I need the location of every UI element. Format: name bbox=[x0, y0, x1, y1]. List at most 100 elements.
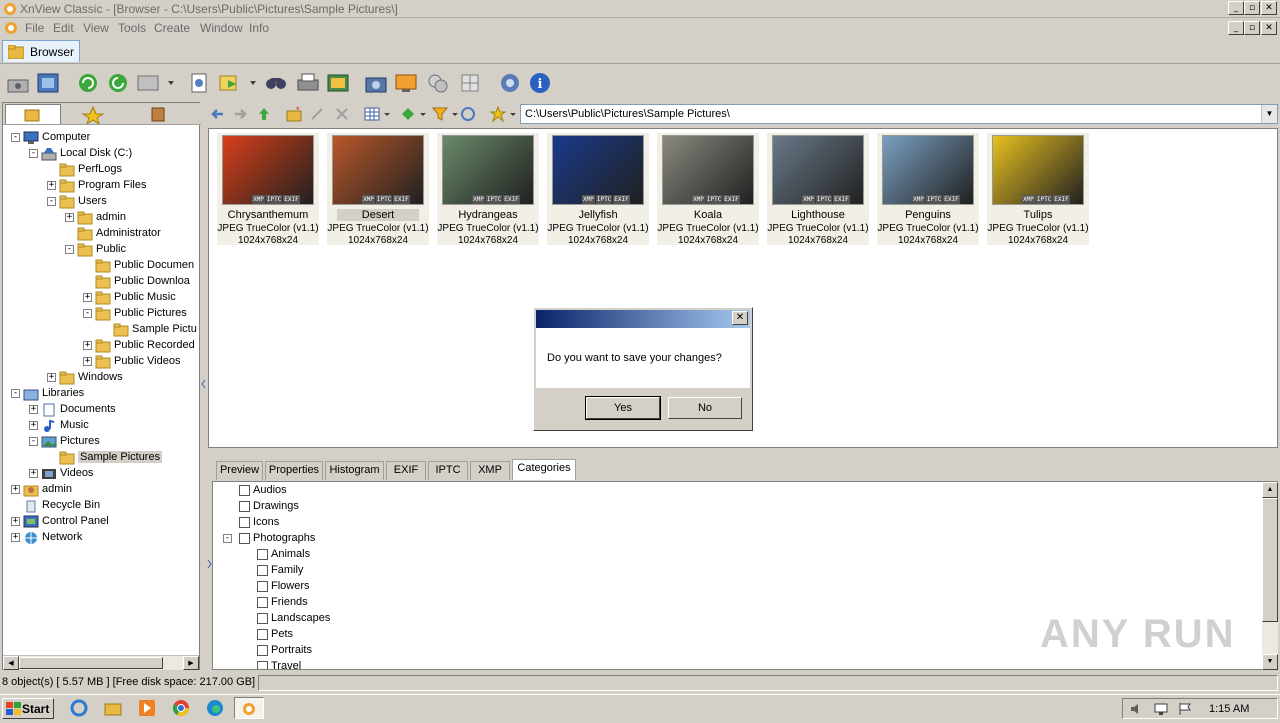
expand-icon[interactable]: + bbox=[83, 341, 92, 350]
scroll-down-button[interactable]: ▼ bbox=[1262, 654, 1278, 670]
category-item[interactable]: Friends bbox=[213, 595, 813, 611]
category-checkbox[interactable] bbox=[257, 645, 268, 656]
path-input[interactable]: C:\Users\Public\Pictures\Sample Pictures… bbox=[520, 104, 1278, 124]
bookmark-star-icon[interactable] bbox=[489, 105, 518, 123]
category-checkbox[interactable] bbox=[257, 629, 268, 640]
taskbar-xnview-button[interactable] bbox=[234, 697, 264, 719]
tree-item[interactable]: - Public bbox=[3, 242, 199, 258]
print-icon[interactable] bbox=[296, 72, 320, 94]
category-item[interactable]: Portraits bbox=[213, 643, 813, 659]
category-checkbox[interactable] bbox=[257, 581, 268, 592]
forward-arrow-icon[interactable] bbox=[232, 106, 248, 122]
view-mode-icon[interactable] bbox=[364, 106, 392, 122]
collapse-icon[interactable]: - bbox=[11, 389, 20, 398]
collapse-icon[interactable]: - bbox=[223, 534, 232, 543]
scroll-right-button[interactable]: ▶ bbox=[183, 656, 199, 670]
tab-categories-filter[interactable] bbox=[129, 104, 185, 124]
category-item[interactable]: Icons bbox=[213, 515, 813, 531]
menu-edit[interactable]: Edit bbox=[53, 21, 74, 35]
category-item[interactable]: Drawings bbox=[213, 499, 813, 515]
wallpaper-icon[interactable] bbox=[394, 72, 418, 94]
collapse-icon[interactable]: - bbox=[29, 149, 38, 158]
expand-icon[interactable]: + bbox=[83, 357, 92, 366]
expand-icon[interactable]: + bbox=[65, 213, 74, 222]
tree-item[interactable]: + admin bbox=[3, 210, 199, 226]
internet-explorer-icon[interactable] bbox=[70, 699, 88, 717]
tree-item[interactable]: - Computer bbox=[3, 130, 199, 146]
category-item[interactable]: Family bbox=[213, 563, 813, 579]
category-checkbox[interactable] bbox=[257, 549, 268, 560]
category-checkbox[interactable] bbox=[239, 517, 250, 528]
tree-item[interactable]: - Public Pictures bbox=[3, 306, 199, 322]
category-item[interactable]: Flowers bbox=[213, 579, 813, 595]
tree-item[interactable]: + Program Files bbox=[3, 178, 199, 194]
category-checkbox[interactable] bbox=[239, 533, 250, 544]
thumbnail-item[interactable]: XMP IPTC EXIF Desert JPEG TrueColor (v1.1) 10… bbox=[327, 133, 429, 246]
tree-item[interactable]: + Documents bbox=[3, 402, 199, 418]
left-splitter-handle[interactable] bbox=[201, 370, 206, 400]
expand-icon[interactable]: + bbox=[47, 181, 56, 190]
tab-xmp[interactable]: XMP bbox=[470, 461, 510, 480]
category-checkbox[interactable] bbox=[257, 661, 268, 669]
start-button[interactable]: Start bbox=[2, 698, 54, 719]
collapse-icon[interactable]: - bbox=[83, 309, 92, 318]
expand-icon[interactable]: + bbox=[11, 533, 20, 542]
menu-view[interactable]: View bbox=[83, 21, 109, 35]
menu-create[interactable]: Create bbox=[154, 21, 190, 35]
edge-icon[interactable] bbox=[206, 699, 224, 717]
reload-icon[interactable] bbox=[106, 72, 130, 94]
no-button[interactable]: No bbox=[668, 397, 742, 419]
category-checkbox[interactable] bbox=[257, 565, 268, 576]
expand-icon[interactable]: + bbox=[11, 517, 20, 526]
tree-item[interactable]: Public Downloa bbox=[3, 274, 199, 290]
category-item[interactable]: Travel bbox=[213, 659, 813, 669]
category-checkbox[interactable] bbox=[239, 501, 250, 512]
tab-browser[interactable]: Browser bbox=[2, 40, 80, 62]
categories-vertical-scrollbar[interactable]: ▲ ▼ bbox=[1262, 482, 1278, 670]
grid-icon[interactable] bbox=[458, 72, 482, 94]
category-item[interactable]: Animals bbox=[213, 547, 813, 563]
tree-item[interactable]: + Windows bbox=[3, 370, 199, 386]
tree-item[interactable]: - Pictures bbox=[3, 434, 199, 450]
compare-icon[interactable] bbox=[426, 72, 450, 94]
up-folder-icon[interactable] bbox=[256, 106, 272, 122]
back-arrow-icon[interactable] bbox=[210, 106, 226, 122]
info-icon[interactable]: i bbox=[528, 72, 552, 94]
tree-item[interactable]: - Local Disk (C:) bbox=[3, 146, 199, 162]
tree-item[interactable]: - Users bbox=[3, 194, 199, 210]
collapse-icon[interactable]: - bbox=[47, 197, 56, 206]
category-item[interactable]: - Photographs bbox=[213, 531, 813, 547]
thumbnail-item[interactable]: XMP IPTC EXIF Koala JPEG TrueColor (v1.1) 102… bbox=[657, 133, 759, 246]
new-folder-icon[interactable]: * bbox=[286, 105, 302, 122]
scroll-left-button[interactable]: ◀ bbox=[3, 656, 19, 670]
convert-icon[interactable] bbox=[218, 72, 258, 94]
scroll-up-button[interactable]: ▲ bbox=[1262, 482, 1278, 498]
child-minimize-button[interactable]: _ bbox=[1228, 21, 1244, 35]
sort-icon[interactable] bbox=[400, 106, 428, 122]
rename-icon[interactable] bbox=[310, 106, 326, 122]
explorer-folder-icon[interactable] bbox=[104, 699, 122, 717]
category-checkbox[interactable] bbox=[239, 485, 250, 496]
category-item[interactable]: Audios bbox=[213, 483, 813, 499]
clock[interactable]: 1:15 AM bbox=[1209, 703, 1249, 715]
child-restore-button[interactable]: ▫ bbox=[1244, 21, 1260, 35]
tree-item[interactable]: - Libraries bbox=[3, 386, 199, 402]
tree-item[interactable]: Public Documen bbox=[3, 258, 199, 274]
tab-preview[interactable]: Preview bbox=[216, 461, 263, 480]
tree-item[interactable]: Sample Pictures bbox=[3, 450, 199, 466]
close-button[interactable]: ✕ bbox=[1261, 1, 1277, 15]
thumbnail-item[interactable]: XMP IPTC EXIF Hydrangeas JPEG TrueColor (v1.… bbox=[437, 133, 539, 246]
scroll-thumb[interactable] bbox=[19, 657, 163, 669]
chrome-icon[interactable] bbox=[172, 699, 190, 717]
volume-icon[interactable] bbox=[1129, 702, 1145, 716]
expand-icon[interactable]: + bbox=[29, 421, 38, 430]
minimize-button[interactable]: _ bbox=[1228, 1, 1244, 15]
category-item[interactable]: Landscapes bbox=[213, 611, 813, 627]
slideshow-icon[interactable] bbox=[136, 72, 176, 94]
tab-iptc[interactable]: IPTC bbox=[428, 461, 468, 480]
media-player-icon[interactable] bbox=[138, 699, 156, 717]
expand-icon[interactable]: + bbox=[29, 405, 38, 414]
tab-folders[interactable] bbox=[5, 104, 61, 124]
fullscreen-icon[interactable] bbox=[36, 72, 60, 94]
tree-horizontal-scrollbar[interactable]: ◀ ▶ bbox=[3, 655, 199, 670]
